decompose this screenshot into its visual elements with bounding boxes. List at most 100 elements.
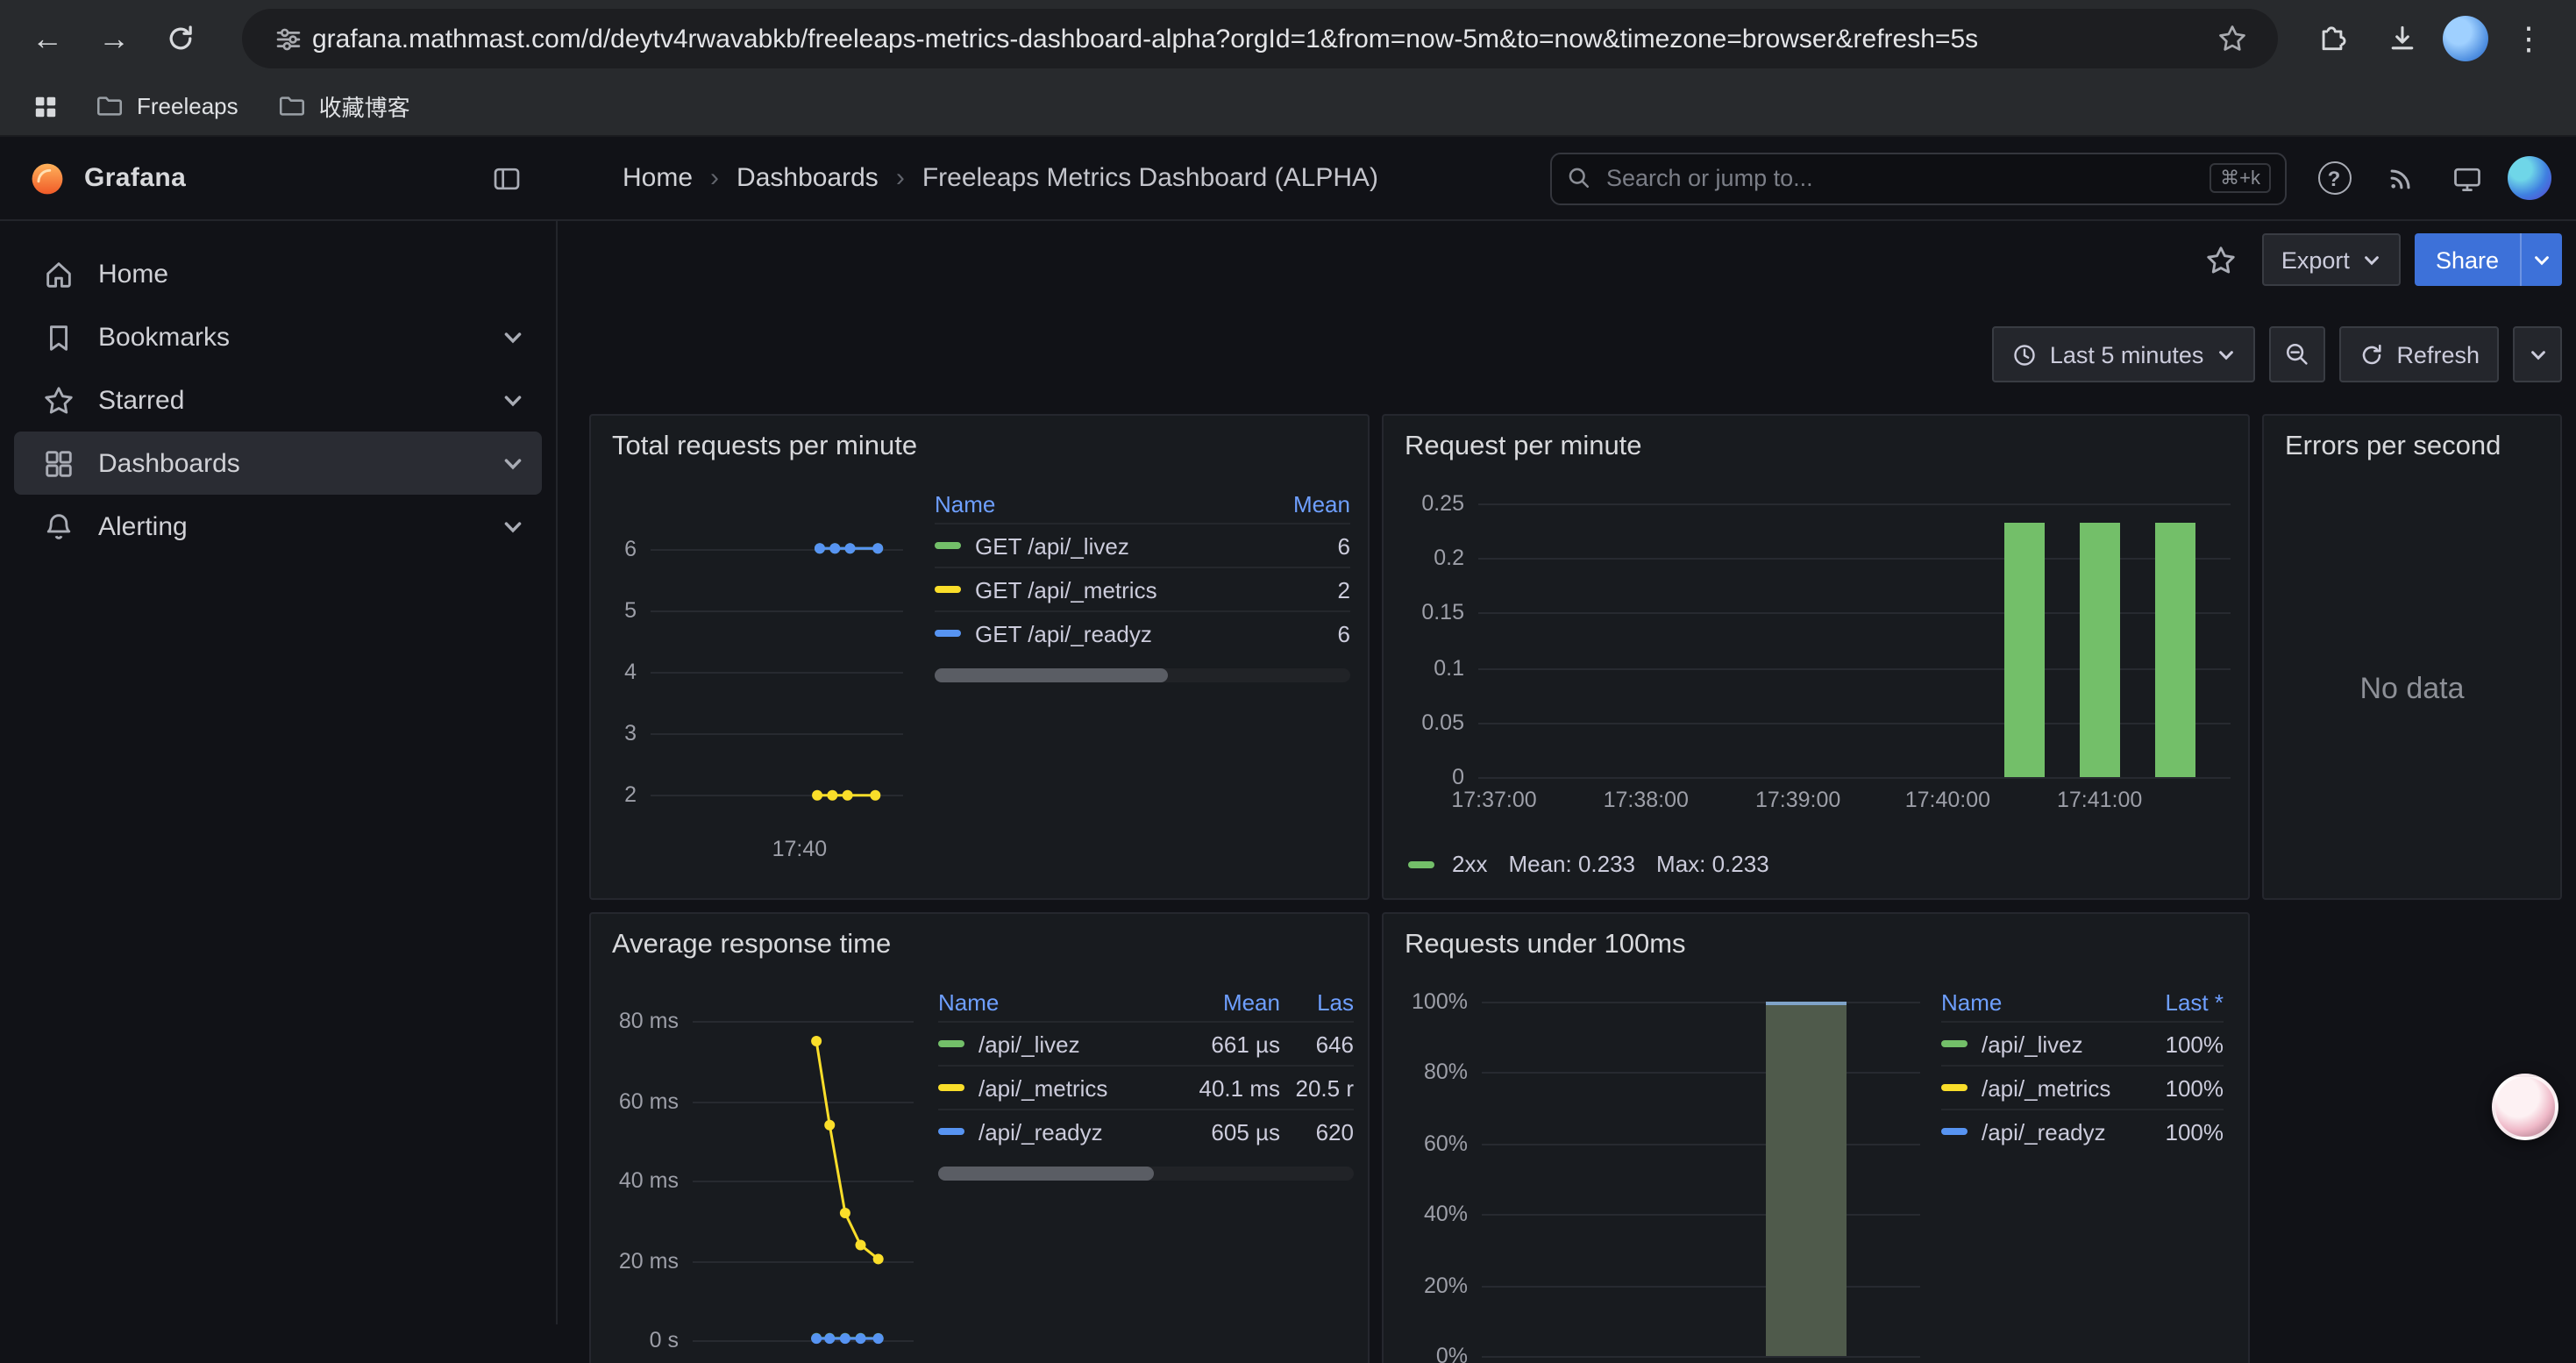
refresh-button[interactable]: Refresh: [2338, 326, 2499, 382]
series-point: [824, 1333, 835, 1344]
favorite-dashboard-button[interactable]: [2195, 233, 2248, 286]
legend-row[interactable]: /api/_livez661 µs646: [938, 1021, 1354, 1065]
grafana-logo[interactable]: [28, 159, 67, 197]
bookmark-item-freeleaps[interactable]: Freeleaps: [81, 84, 253, 128]
series-swatch: [935, 630, 961, 637]
assistant-avatar-button[interactable]: [2492, 1074, 2558, 1140]
folder-icon: [277, 91, 307, 121]
share-button[interactable]: Share: [2415, 233, 2520, 286]
reload-button[interactable]: [151, 9, 210, 68]
export-button[interactable]: Export: [2262, 233, 2401, 286]
legend-column-header[interactable]: Name: [938, 989, 1178, 1016]
sidebar-item-label: Bookmarks: [98, 322, 479, 352]
panel-title[interactable]: Average response time: [612, 930, 891, 961]
panel-title[interactable]: Requests under 100ms: [1405, 930, 1686, 961]
legend-row[interactable]: GET /api/_metrics2: [935, 567, 1350, 610]
sidebar-item-home[interactable]: Home: [14, 242, 542, 305]
legend-row[interactable]: /api/_livez100%: [1941, 1021, 2224, 1065]
browser-menu-button[interactable]: ⋮: [2499, 9, 2558, 68]
extensions-button[interactable]: [2302, 9, 2362, 68]
legend-row[interactable]: /api/_metrics40.1 ms20.5 r: [938, 1065, 1354, 1109]
series-point: [827, 790, 837, 801]
legend-series-name: /api/_readyz: [938, 1118, 1178, 1145]
search-shortcut-kbd: ⌘+k: [2210, 163, 2271, 193]
gridline: [1482, 1214, 1920, 1216]
breadcrumb-current-dashboard[interactable]: Freeleaps Metrics Dashboard (ALPHA): [922, 163, 1378, 193]
url-text[interactable]: grafana.mathmast.com/d/deytv4rwavabkb/fr…: [312, 24, 2208, 54]
forward-button[interactable]: →: [84, 9, 144, 68]
chevron-down-icon[interactable]: [502, 389, 524, 411]
series-name[interactable]: 2xx: [1452, 851, 1487, 877]
legend-column-header[interactable]: Name: [1941, 989, 2122, 1016]
sidebar-item-starred[interactable]: Starred: [14, 368, 542, 432]
legend-column-header[interactable]: Las: [1280, 989, 1354, 1016]
legend-row[interactable]: GET /api/_livez6: [935, 523, 1350, 567]
legend-row[interactable]: GET /api/_readyz6: [935, 610, 1350, 654]
time-range-picker[interactable]: Last 5 minutes: [1992, 326, 2255, 382]
browser-toolbar: ← → grafana.mathmast.com/d/deytv4rwavabk…: [0, 0, 2576, 77]
scrollbar-thumb[interactable]: [935, 668, 1167, 682]
bookmark-star-icon[interactable]: [2208, 23, 2257, 54]
scrollbar-thumb[interactable]: [938, 1167, 1154, 1181]
folder-icon: [95, 91, 125, 121]
display-mode-button[interactable]: [2441, 152, 2494, 204]
legend-column-header[interactable]: Name: [935, 491, 1252, 517]
legend-column-header[interactable]: Last *: [2122, 989, 2224, 1016]
legend-value: 2: [1252, 576, 1350, 603]
legend-series-name: /api/_metrics: [938, 1074, 1178, 1101]
chevron-down-icon: [2528, 345, 2547, 364]
timeseries-chart: 80 ms60 ms40 ms20 ms0 s17:40: [605, 991, 924, 1363]
legend-column-header[interactable]: Mean: [1178, 989, 1280, 1016]
series-point: [845, 543, 856, 553]
series-point: [815, 543, 825, 553]
chevron-down-icon[interactable]: [502, 325, 524, 348]
series-plot: [605, 991, 924, 1363]
search-box[interactable]: ⌘+k: [1550, 152, 2287, 204]
series-swatch: [935, 542, 961, 549]
series-mean-stat: Mean: 0.233: [1508, 851, 1635, 877]
refresh-interval-button[interactable]: [2513, 326, 2562, 382]
legend-row[interactable]: /api/_metrics100%: [1941, 1065, 2224, 1109]
browser-profile-avatar[interactable]: [2443, 16, 2488, 61]
downloads-button[interactable]: [2373, 9, 2432, 68]
breadcrumb-separator: ›: [710, 163, 719, 193]
legend-value: 100%: [2122, 1074, 2224, 1101]
legend-row[interactable]: /api/_readyz605 µs620: [938, 1109, 1354, 1152]
legend-inline[interactable]: 2xx Mean: 0.233 Max: 0.233: [1408, 851, 1769, 877]
sidebar-item-bookmarks[interactable]: Bookmarks: [14, 305, 542, 368]
monitor-icon: [2451, 162, 2483, 194]
news-button[interactable]: [2374, 152, 2427, 204]
clock-icon: [2011, 341, 2038, 368]
bookmark-item-blogs[interactable]: 收藏博客: [263, 82, 424, 130]
series-swatch: [938, 1128, 964, 1135]
sidebar-item-dashboards[interactable]: Dashboards: [14, 432, 542, 495]
reload-icon: [165, 23, 196, 54]
sidebar-item-alerting[interactable]: Alerting: [14, 495, 542, 558]
chevron-down-icon[interactable]: [502, 452, 524, 475]
bell-icon: [42, 510, 75, 543]
back-button[interactable]: ←: [18, 9, 77, 68]
legend-scrollbar[interactable]: [938, 1167, 1354, 1181]
panel-title[interactable]: Errors per second: [2285, 432, 2501, 463]
legend-row[interactable]: /api/_readyz100%: [1941, 1109, 2224, 1152]
breadcrumb-dashboards[interactable]: Dashboards: [737, 163, 879, 193]
url-bar[interactable]: grafana.mathmast.com/d/deytv4rwavabkb/fr…: [242, 9, 2278, 68]
bookmark-label: Freeleaps: [137, 93, 238, 119]
chevron-down-icon[interactable]: [502, 515, 524, 538]
site-settings-icon[interactable]: [263, 24, 312, 54]
zoom-out-button[interactable]: [2268, 326, 2324, 382]
apps-grid-icon: [32, 92, 60, 120]
panel-title[interactable]: Total requests per minute: [612, 432, 917, 463]
legend-scrollbar[interactable]: [935, 668, 1350, 682]
breadcrumb-home[interactable]: Home: [623, 163, 693, 193]
search-input[interactable]: [1606, 165, 2195, 191]
share-menu-button[interactable]: [2520, 233, 2562, 286]
help-button[interactable]: ?: [2308, 152, 2360, 204]
series-point: [872, 543, 883, 553]
legend-column-header[interactable]: Mean: [1252, 491, 1350, 517]
panel-title[interactable]: Request per minute: [1405, 432, 1642, 463]
legend-series-name: GET /api/_readyz: [935, 620, 1252, 646]
user-profile-avatar[interactable]: [2508, 156, 2551, 200]
mega-menu-toggle-button[interactable]: [480, 152, 533, 204]
apps-grid-button[interactable]: [21, 82, 70, 131]
